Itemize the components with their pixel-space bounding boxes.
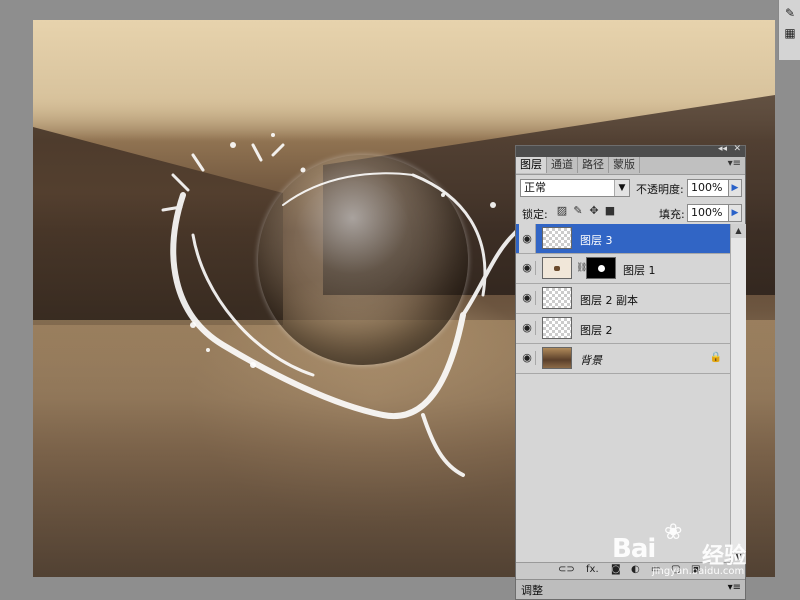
layer-name: 图层 1 bbox=[623, 264, 656, 277]
fill-slider-button[interactable]: ▶ bbox=[728, 204, 742, 222]
eye-icon[interactable]: ◉ bbox=[519, 224, 536, 253]
panel-menu-icon[interactable]: ▾≡ bbox=[728, 582, 741, 593]
opacity-slider-button[interactable]: ▶ bbox=[728, 179, 742, 197]
panel-titlebar: ◂◂ ✕ bbox=[516, 144, 745, 157]
layer-thumbnail bbox=[542, 317, 572, 339]
lock-pixels-icon[interactable]: ✎ bbox=[572, 205, 584, 217]
blend-mode-value: 正常 bbox=[524, 181, 546, 194]
tab-paths[interactable]: 路径 bbox=[578, 157, 609, 173]
opacity-label: 不透明度: bbox=[636, 183, 684, 196]
eye-icon[interactable]: ◉ bbox=[519, 321, 536, 335]
lock-label: 锁定: bbox=[522, 208, 548, 221]
tab-layers[interactable]: 图层 bbox=[516, 157, 547, 173]
layer-row-layer2[interactable]: ◉ 图层 2 bbox=[516, 314, 730, 344]
eye-icon[interactable]: ◉ bbox=[519, 291, 536, 305]
fx-icon[interactable]: fx. bbox=[586, 564, 599, 575]
collapse-panel-icon[interactable]: ◂◂ bbox=[718, 144, 727, 154]
panel-menu-icon[interactable]: ▾≡ bbox=[728, 158, 741, 169]
link-layers-icon[interactable]: ⊂⊃ bbox=[558, 564, 575, 575]
eye-icon[interactable]: ◉ bbox=[519, 351, 536, 365]
panel-tabs: 图层 通道 路径 蒙版 ▾≡ bbox=[516, 157, 745, 175]
lock-transparency-icon[interactable]: ▨ bbox=[556, 205, 568, 217]
layer-name: 图层 2 bbox=[580, 324, 613, 337]
layer-row-background[interactable]: ◉ 背景 🔒 bbox=[516, 344, 730, 374]
opacity-field[interactable]: 100% bbox=[687, 179, 729, 197]
layer-mask-thumbnail[interactable] bbox=[586, 257, 616, 279]
adjustments-tab[interactable]: 调整 bbox=[521, 582, 543, 598]
layer-row-layer1[interactable]: ◉ ⛓ 图层 1 bbox=[516, 254, 730, 284]
watermark-brand: Bai bbox=[612, 534, 656, 564]
scroll-up-icon[interactable]: ▲ bbox=[731, 224, 746, 238]
layer-name: 图层 2 副本 bbox=[580, 294, 638, 307]
layers-scrollbar[interactable]: ▲ ▼ bbox=[730, 224, 746, 564]
layer-thumbnail bbox=[542, 287, 572, 309]
adjustments-panel-header[interactable]: 调整 ▾≡ bbox=[516, 579, 745, 599]
lock-all-icon[interactable]: ■ bbox=[604, 205, 616, 217]
layer-row-layer2-copy[interactable]: ◉ 图层 2 副本 bbox=[516, 284, 730, 314]
chevron-down-icon[interactable]: ▼ bbox=[614, 180, 629, 196]
layer-row-layer3[interactable]: ◉ 图层 3 bbox=[516, 224, 730, 254]
close-panel-icon[interactable]: ✕ bbox=[733, 144, 741, 154]
lock-icon: 🔒 bbox=[709, 352, 722, 363]
palette-tool-icon[interactable]: ▦ bbox=[779, 26, 800, 40]
fill-label: 填充: bbox=[659, 208, 685, 221]
watermark-url: jingyan.baidu.com bbox=[652, 566, 745, 577]
tools-strip: ✎ ▦ bbox=[778, 0, 800, 60]
layer-name: 背景 bbox=[580, 354, 602, 367]
layer-name: 图层 3 bbox=[580, 234, 613, 247]
lock-position-icon[interactable]: ✥ bbox=[588, 205, 600, 217]
fill-field[interactable]: 100% bbox=[687, 204, 729, 222]
layer-thumbnail bbox=[542, 257, 572, 279]
eye-icon[interactable]: ◉ bbox=[519, 261, 536, 275]
blend-row: 正常 ▼ 不透明度: 100% ▶ bbox=[516, 175, 745, 201]
layers-list: ◉ 图层 3 ◉ ⛓ 图层 1 ◉ 图层 2 副本 ◉ 图层 2 ◉ 背景 🔒 bbox=[516, 224, 730, 564]
brush-tool-icon[interactable]: ✎ bbox=[779, 6, 800, 20]
lock-row: 锁定: ▨ ✎ ✥ ■ 填充: 100% ▶ bbox=[516, 201, 745, 226]
layer-thumbnail bbox=[542, 347, 572, 369]
tab-masks[interactable]: 蒙版 bbox=[609, 157, 640, 173]
tab-channels[interactable]: 通道 bbox=[547, 157, 578, 173]
paw-icon: ❀ bbox=[664, 520, 683, 545]
blend-mode-select[interactable]: 正常 ▼ bbox=[520, 179, 630, 197]
baidu-watermark: ❀ Bai 经验 jingyan.baidu.com bbox=[612, 520, 762, 580]
layer-thumbnail bbox=[542, 227, 572, 249]
water-splash bbox=[161, 133, 528, 477]
